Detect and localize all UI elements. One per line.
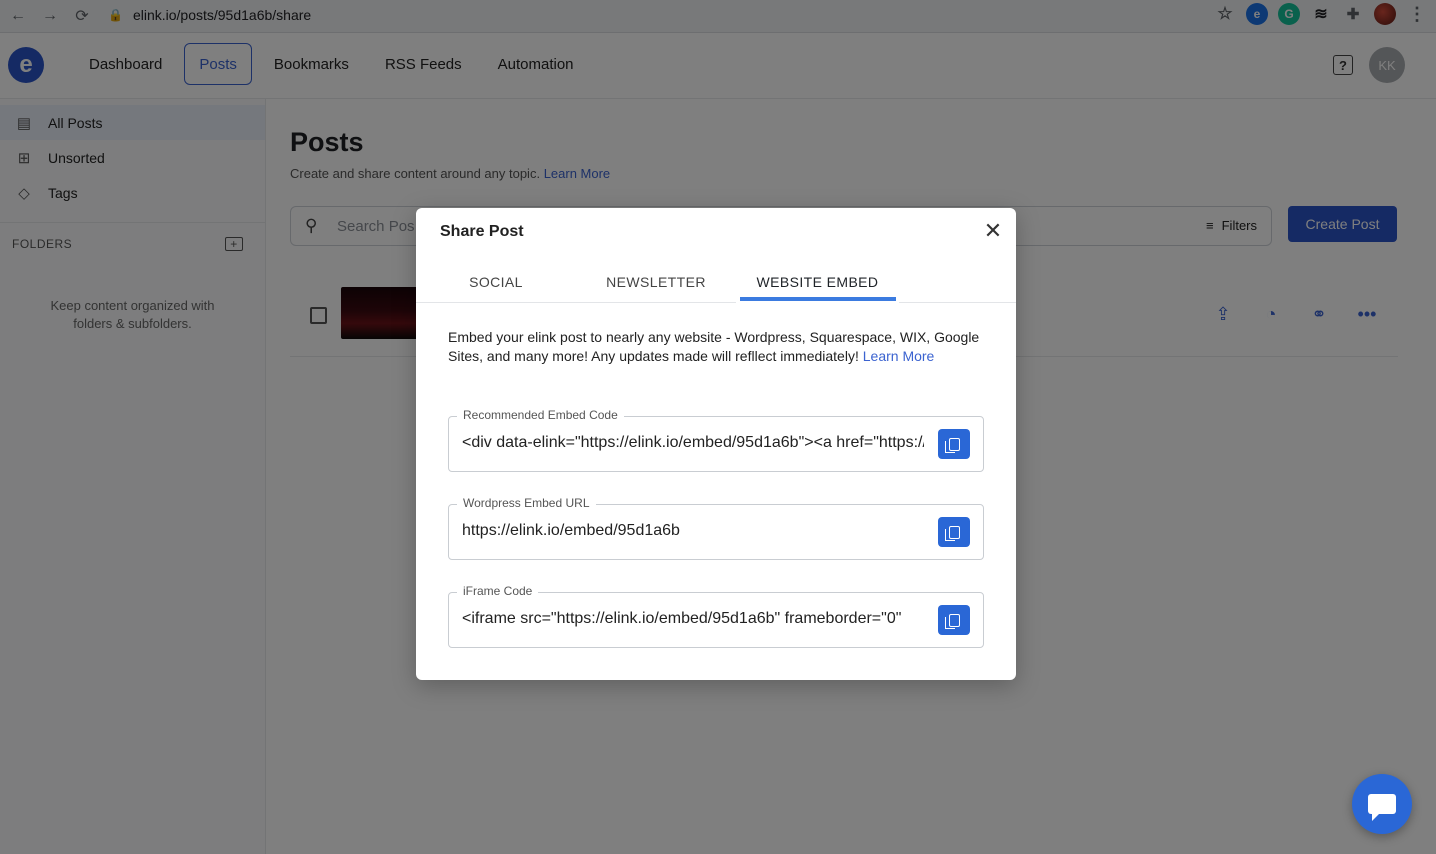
iframe-code-field[interactable]: iFrame Code <iframe src="https://elink.i… bbox=[448, 584, 984, 648]
active-tab-indicator bbox=[740, 297, 896, 301]
copy-button[interactable] bbox=[938, 429, 970, 459]
field-value[interactable]: <iframe src="https://elink.io/embed/95d1… bbox=[462, 610, 924, 628]
copy-button[interactable] bbox=[938, 517, 970, 547]
embed-learn-more-link[interactable]: Learn More bbox=[863, 348, 935, 364]
copy-icon bbox=[944, 525, 960, 541]
field-label: Wordpress Embed URL bbox=[457, 496, 596, 510]
field-label: iFrame Code bbox=[457, 584, 539, 598]
chat-widget-button[interactable] bbox=[1352, 774, 1412, 834]
copy-button[interactable] bbox=[938, 605, 970, 635]
recommended-embed-code-field[interactable]: Recommended Embed Code <div data-elink="… bbox=[448, 408, 984, 472]
tab-newsletter[interactable]: NEWSLETTER bbox=[596, 260, 716, 303]
wordpress-embed-url-field[interactable]: Wordpress Embed URL https://elink.io/emb… bbox=[448, 496, 984, 560]
share-post-modal: Share Post ✕ SOCIAL NEWSLETTER WEBSITE E… bbox=[416, 208, 1016, 680]
field-label: Recommended Embed Code bbox=[457, 408, 624, 422]
chat-icon bbox=[1368, 794, 1396, 821]
copy-icon bbox=[944, 437, 960, 453]
share-tabs: SOCIAL NEWSLETTER WEBSITE EMBED bbox=[416, 260, 1016, 303]
embed-description: Embed your elink post to nearly any webs… bbox=[448, 328, 984, 366]
modal-title: Share Post bbox=[440, 223, 524, 240]
copy-icon bbox=[944, 613, 960, 629]
field-value[interactable]: <div data-elink="https://elink.io/embed/… bbox=[462, 434, 924, 452]
tab-social[interactable]: SOCIAL bbox=[436, 260, 556, 303]
close-icon[interactable]: ✕ bbox=[982, 220, 1004, 242]
field-value[interactable]: https://elink.io/embed/95d1a6b bbox=[462, 522, 924, 540]
